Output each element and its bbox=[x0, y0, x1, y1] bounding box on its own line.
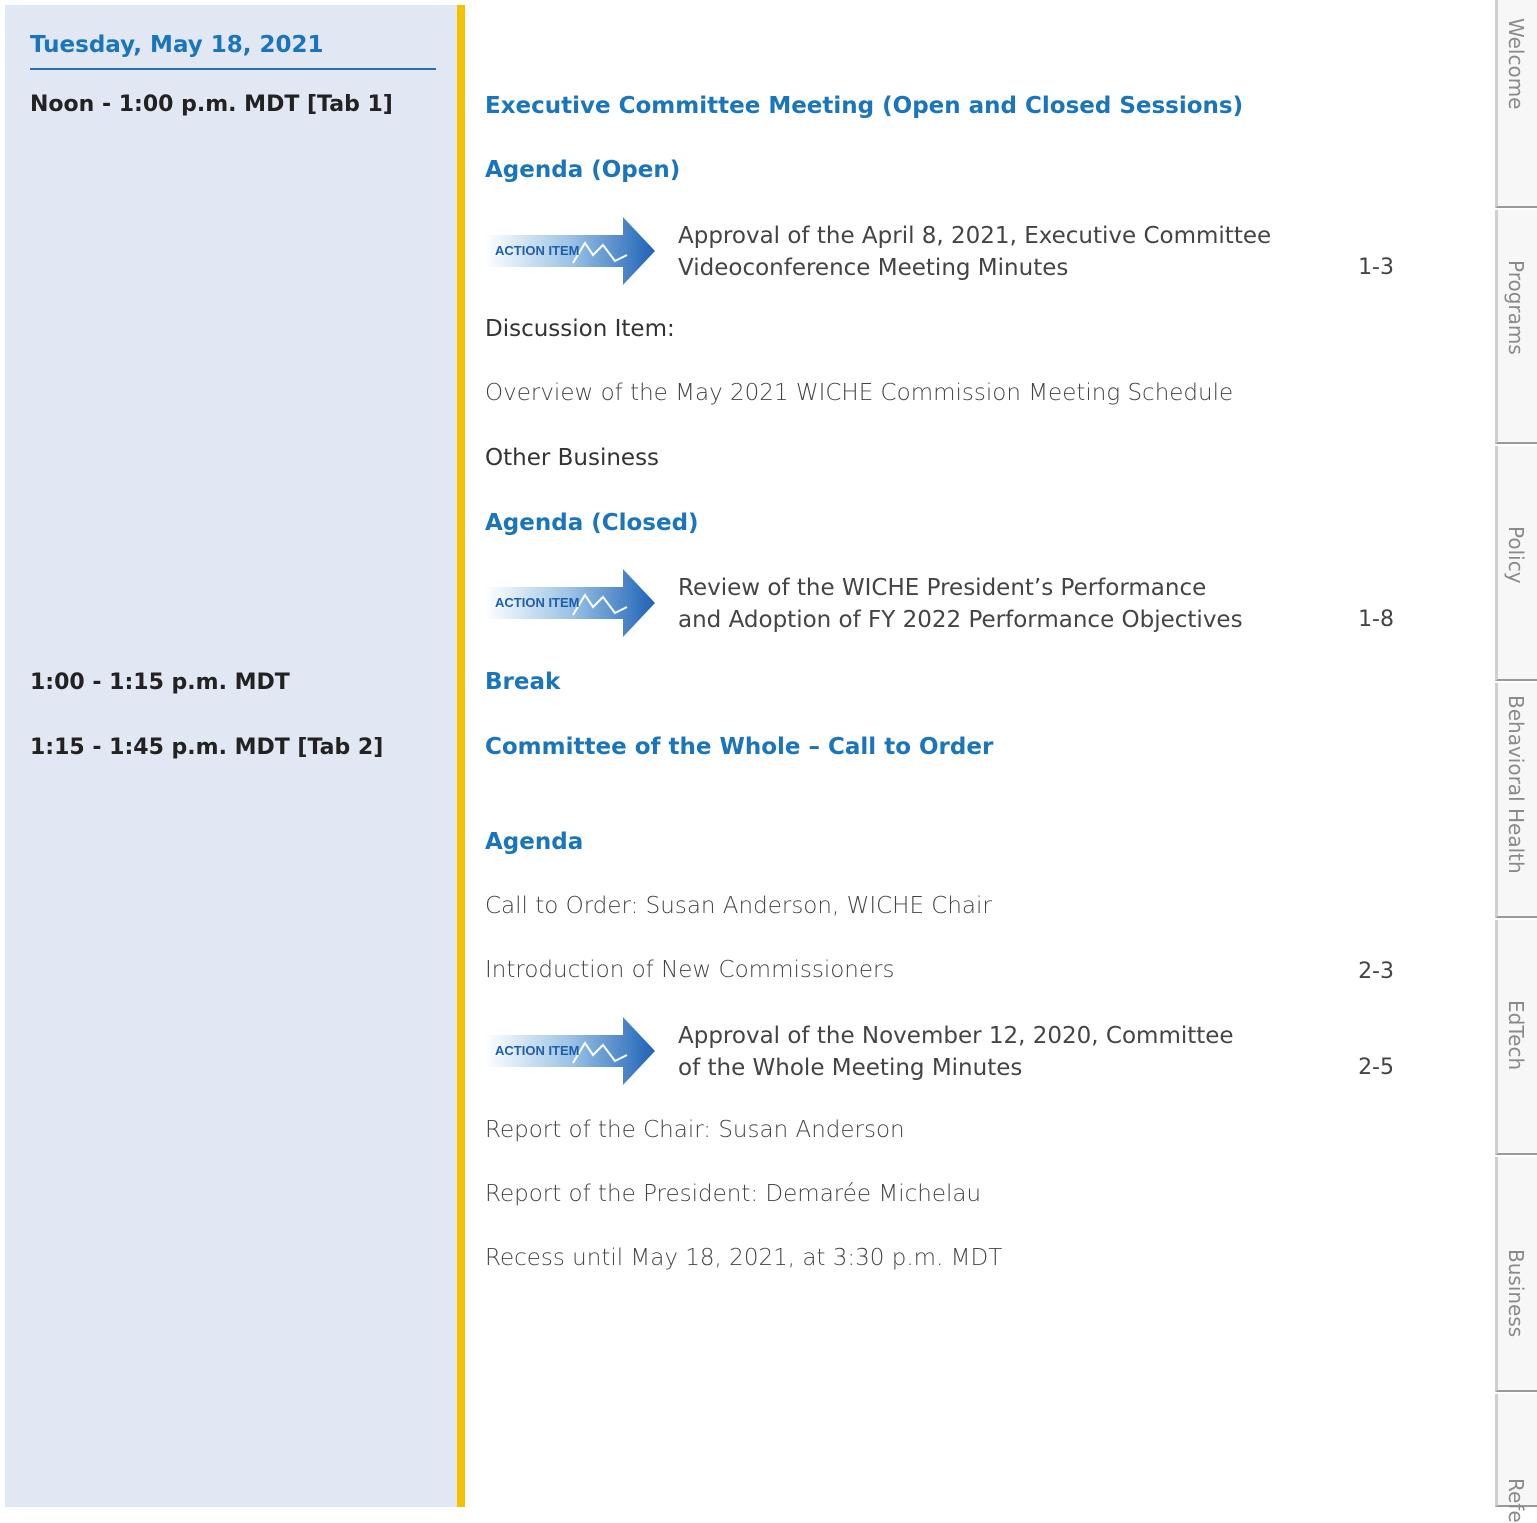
exec-item1-line1: Approval of the April 8, 2021, Executive… bbox=[678, 223, 1272, 249]
cow-agenda-heading: Agenda bbox=[485, 829, 584, 855]
recess-note: Recess until May 18, 2021, at 3:30 p.m. … bbox=[485, 1245, 1003, 1271]
cow-item-page: 2-5 bbox=[1358, 1055, 1394, 1080]
chair-report: Report of the Chair: Susan Anderson bbox=[485, 1117, 905, 1143]
tab-programs[interactable]: Programs bbox=[1495, 210, 1537, 444]
tab-label: EdTech bbox=[1504, 1000, 1528, 1071]
tab-edtech[interactable]: EdTech bbox=[1495, 920, 1537, 1155]
action-item-icon: ACTION ITEM bbox=[485, 569, 655, 637]
tab-label: Welcome bbox=[1504, 18, 1528, 110]
tab-label: Business bbox=[1504, 1249, 1528, 1338]
exec-item1-page: 1-3 bbox=[1358, 255, 1394, 280]
divider-bar bbox=[457, 5, 465, 1507]
exec-item2-page: 1-8 bbox=[1358, 607, 1394, 632]
discussion-text: Overview of the May 2021 WICHE Commissio… bbox=[485, 380, 1234, 406]
tab-label: Policy bbox=[1504, 526, 1528, 584]
break-heading: Break bbox=[485, 669, 561, 695]
agenda-closed-heading: Agenda (Closed) bbox=[485, 510, 699, 536]
tab-label: Programs bbox=[1504, 260, 1528, 355]
action-item-label: ACTION ITEM bbox=[495, 595, 580, 610]
exec-item2-line2: and Adoption of FY 2022 Performance Obje… bbox=[678, 607, 1243, 633]
time-slot-2: 1:00 - 1:15 p.m. MDT bbox=[30, 670, 290, 695]
action-item-icon: ACTION ITEM bbox=[485, 1017, 655, 1085]
time-slot-1: Noon - 1:00 p.m. MDT [Tab 1] bbox=[30, 92, 393, 117]
section-tabs: Welcome Programs Policy Behavioral Healt… bbox=[1495, 0, 1537, 1523]
exec-item2-line1: Review of the WICHE President’s Performa… bbox=[678, 575, 1207, 601]
tab-label: Behavioral Health bbox=[1504, 695, 1528, 874]
call-to-order: Call to Order: Susan Anderson, WICHE Cha… bbox=[485, 893, 992, 919]
tab-welcome[interactable]: Welcome bbox=[1495, 0, 1537, 208]
tab-policy[interactable]: Policy bbox=[1495, 446, 1537, 681]
time-slot-3: 1:15 - 1:45 p.m. MDT [Tab 2] bbox=[30, 735, 384, 760]
discussion-label: Discussion Item: bbox=[485, 316, 675, 342]
action-item-label: ACTION ITEM bbox=[495, 243, 580, 258]
cow-item-line2: of the Whole Meeting Minutes bbox=[678, 1055, 1023, 1081]
action-item-icon: ACTION ITEM bbox=[485, 217, 655, 285]
tab-reference[interactable]: Refe bbox=[1495, 1394, 1537, 1523]
tab-label: Refe bbox=[1504, 1478, 1528, 1523]
tab-business[interactable]: Business bbox=[1495, 1157, 1537, 1392]
exec-item1-line2: Videoconference Meeting Minutes bbox=[678, 255, 1069, 281]
cow-item-line1: Approval of the November 12, 2020, Commi… bbox=[678, 1023, 1234, 1049]
president-report: Report of the President: Demarée Michela… bbox=[485, 1181, 982, 1207]
action-item-label: ACTION ITEM bbox=[495, 1043, 580, 1058]
exec-committee-title: Executive Committee Meeting (Open and Cl… bbox=[485, 93, 1244, 119]
date-heading: Tuesday, May 18, 2021 bbox=[30, 32, 436, 70]
tab-behavioral-health[interactable]: Behavioral Health bbox=[1495, 683, 1537, 918]
intro-page: 2-3 bbox=[1358, 959, 1394, 984]
other-business: Other Business bbox=[485, 445, 660, 471]
cow-title: Committee of the Whole – Call to Order bbox=[485, 734, 994, 760]
agenda-open-heading: Agenda (Open) bbox=[485, 157, 681, 183]
intro-commissioners: Introduction of New Commissioners bbox=[485, 957, 895, 983]
